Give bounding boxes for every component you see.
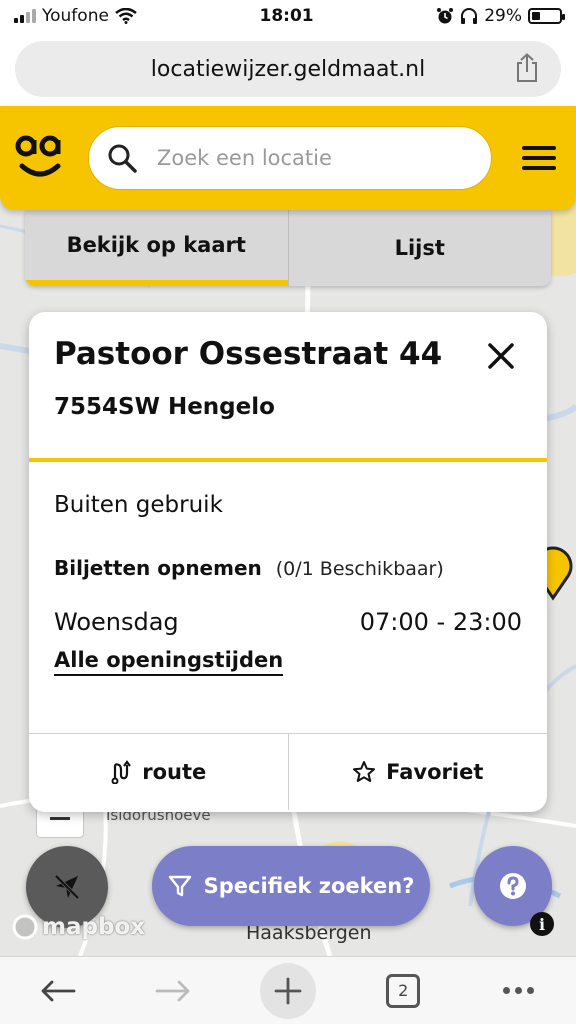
tab-list[interactable]: Lijst [287,210,551,286]
hamburger-menu-icon[interactable] [522,146,556,170]
status-left: Youfone [14,6,137,26]
more-menu-button[interactable] [488,961,548,1021]
app-header [0,106,576,210]
all-opening-hours-link[interactable]: Alle openingstijden [54,648,284,676]
status-right: 29% [436,6,565,26]
more-dots-icon [502,987,534,994]
address-bar[interactable]: locatiewijzer.geldmaat.nl [15,41,561,97]
opening-hours-row: Woensdag 07:00 - 23:00 [54,608,522,636]
service-row: Biljetten opnemen (0/1 Beschikbaar) [54,556,522,580]
geldmaat-logo[interactable] [12,130,68,186]
tab-map[interactable]: Bekijk op kaart [25,210,288,286]
star-icon [353,761,376,782]
location-card-body: Buiten gebruik Biljetten opnemen (0/1 Be… [29,462,547,734]
arrow-left-icon [41,980,75,1001]
status-bar: Youfone 18:01 29% [0,0,576,32]
search-icon [108,144,137,173]
location-status: Buiten gebruik [54,492,223,518]
url-text: locatiewijzer.geldmaat.nl [150,56,426,82]
back-button[interactable] [28,961,88,1021]
clock: 18:01 [259,6,314,26]
tabs-icon: 2 [386,973,421,1008]
browser-toolbar: 2 [0,956,576,1024]
alarm-icon [437,8,454,24]
location-off-icon [54,874,80,900]
location-card-header: Pastoor Ossestraat 44 7554SW Hengelo [29,312,547,462]
route-label: route [142,760,207,784]
opening-time: 07:00 - 23:00 [359,608,522,636]
battery-percent: 29% [484,6,522,26]
wifi-icon [115,8,137,24]
arrow-right-icon [155,980,190,1001]
plus-icon [259,962,316,1019]
signal-icon [14,9,36,23]
close-icon[interactable] [487,342,515,370]
battery-icon [528,8,565,24]
share-icon[interactable] [513,53,541,83]
opening-day: Woensdag [54,608,179,636]
help-icon [500,873,526,899]
specific-search-label: Specifiek zoeken? [203,874,415,898]
location-street: Pastoor Ossestraat 44 [54,336,443,372]
location-card-actions: route Favoriet [29,734,547,810]
search-box[interactable] [88,126,492,190]
new-tab-button[interactable] [258,961,318,1021]
view-toggle: Bekijk op kaart Lijst [25,210,551,286]
specific-search-button[interactable]: Specifiek zoeken? [152,846,430,926]
search-input[interactable] [157,146,457,170]
service-label: Biljetten opnemen [54,556,262,580]
mapbox-wordmark: mapbox [42,914,146,940]
info-icon[interactable]: i [530,912,554,936]
filter-icon [168,875,191,897]
service-availability: (0/1 Beschikbaar) [275,558,444,580]
route-button[interactable]: route [29,734,288,810]
route-icon [111,760,132,784]
mapbox-mark-icon [12,914,38,940]
carrier-name: Youfone [42,6,109,26]
location-city: 7554SW Hengelo [54,394,275,420]
tabs-button[interactable]: 2 [373,961,433,1021]
favorite-button[interactable]: Favoriet [287,734,548,810]
headphones-icon [461,8,478,24]
browser-url-area: locatiewijzer.geldmaat.nl [0,32,576,106]
forward-button[interactable] [143,961,203,1021]
location-card: Pastoor Ossestraat 44 7554SW Hengelo Bui… [29,312,547,812]
mapbox-logo[interactable]: mapbox [12,914,145,940]
favorite-label: Favoriet [386,760,484,784]
